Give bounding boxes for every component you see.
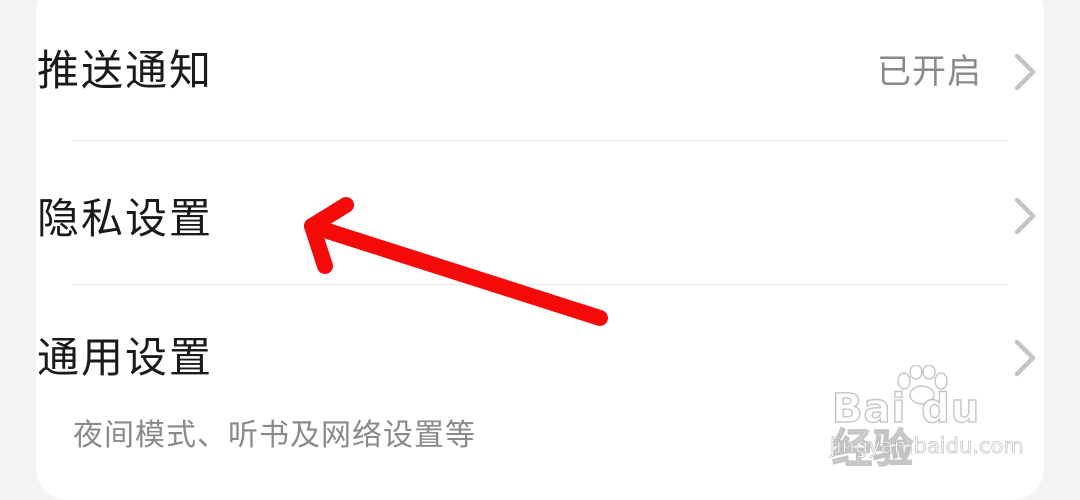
divider xyxy=(72,140,1008,141)
watermark: Bai du 经验 jingyan.baidu.com xyxy=(828,365,1028,470)
chevron-right-icon xyxy=(1014,197,1036,235)
divider xyxy=(72,284,1008,285)
status-value: 已开启 xyxy=(877,52,982,92)
watermark-url: jingyan.baidu.com xyxy=(830,434,1025,458)
row-title: 隐私设置 xyxy=(37,194,214,243)
chevron-right-icon xyxy=(1014,53,1036,91)
row-title: 通用设置 xyxy=(37,333,214,382)
row-subtitle: 夜间模式、听书及网络设置等 xyxy=(73,418,476,453)
row-title: 推送通知 xyxy=(37,46,214,95)
